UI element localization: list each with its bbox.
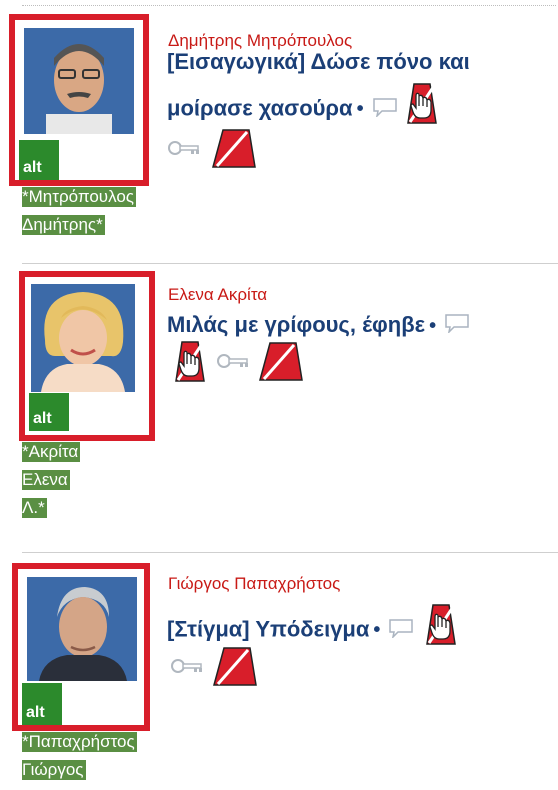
article-icons-row xyxy=(170,645,258,692)
author-tags: *Μητρόπουλος Δημήτρης* xyxy=(22,187,136,243)
author-tag-line[interactable]: *Μητρόπουλος xyxy=(22,187,136,207)
author-tag-line[interactable]: Δημήτρης* xyxy=(22,215,105,235)
author-tag-line[interactable]: Λ.* xyxy=(22,498,47,518)
key-icon xyxy=(170,658,204,679)
no-touch-hand-icon[interactable] xyxy=(421,603,461,658)
comment-bubble-icon[interactable] xyxy=(444,306,470,346)
alt-badge: alt xyxy=(29,393,69,431)
comment-bubble-icon[interactable] xyxy=(372,90,398,130)
author-tags: *Παπαχρήστος Γιώργος xyxy=(22,732,137,788)
author-photo-frame[interactable]: alt xyxy=(12,563,150,731)
article-title[interactable]: Μιλάς με γρίφους, έφηβε xyxy=(167,312,425,337)
no-touch-hand-icon[interactable] xyxy=(404,82,440,137)
author-photo-frame[interactable]: alt xyxy=(19,271,155,441)
author-tag-line[interactable]: *Παπαχρήστος xyxy=(22,732,137,752)
prohibited-slash-icon[interactable] xyxy=(210,645,258,692)
article-title-block: [Εισαγωγικά] Δώσε πόνο και μοίρασε χασού… xyxy=(167,42,538,137)
author-tag-line[interactable]: *Ακρίτα xyxy=(22,442,81,462)
title-bullet: • xyxy=(373,619,381,642)
article-icons-row xyxy=(170,339,304,388)
author-photo-frame[interactable]: alt xyxy=(9,14,149,186)
article-item: alt *Παπαχρήστος Γιώργος Γιώργος Παπαχρή… xyxy=(0,553,558,790)
author-photo xyxy=(31,284,135,392)
alt-label: alt xyxy=(23,159,42,176)
key-icon xyxy=(216,353,250,374)
author-tags: *Ακρίτα Ελενα Λ.* xyxy=(22,442,81,526)
author-tag-line[interactable]: Ελενα xyxy=(22,470,70,490)
prohibited-slash-icon[interactable] xyxy=(256,339,304,388)
alt-badge: alt xyxy=(22,683,62,725)
author-photo xyxy=(24,28,134,134)
alt-label: alt xyxy=(33,410,52,427)
key-icon xyxy=(167,140,201,161)
alt-badge: alt xyxy=(19,140,59,180)
article-item: alt *Μητρόπουλος Δημήτρης* Δημήτρης Μητρ… xyxy=(0,0,558,265)
title-bullet: • xyxy=(356,98,364,121)
author-photo xyxy=(27,577,137,681)
article-icons-row xyxy=(167,128,257,173)
title-bullet: • xyxy=(429,315,437,337)
no-touch-hand-icon[interactable] xyxy=(170,340,210,387)
article-title[interactable]: [Στίγμα] Υπόδειγμα xyxy=(167,616,369,641)
article-item: alt *Ακρίτα Ελενα Λ.* Ελενα Ακρίτα Μιλάς… xyxy=(0,265,558,553)
prohibited-slash-icon[interactable] xyxy=(209,128,257,173)
author-name[interactable]: Ελενα Ακρίτα xyxy=(168,285,267,305)
comment-bubble-icon[interactable] xyxy=(388,611,414,651)
author-tag-line[interactable]: Γιώργος xyxy=(22,760,86,780)
article-separator xyxy=(22,263,558,264)
author-name[interactable]: Γιώργος Παπαχρήστος xyxy=(168,574,340,594)
alt-label: alt xyxy=(26,704,45,721)
